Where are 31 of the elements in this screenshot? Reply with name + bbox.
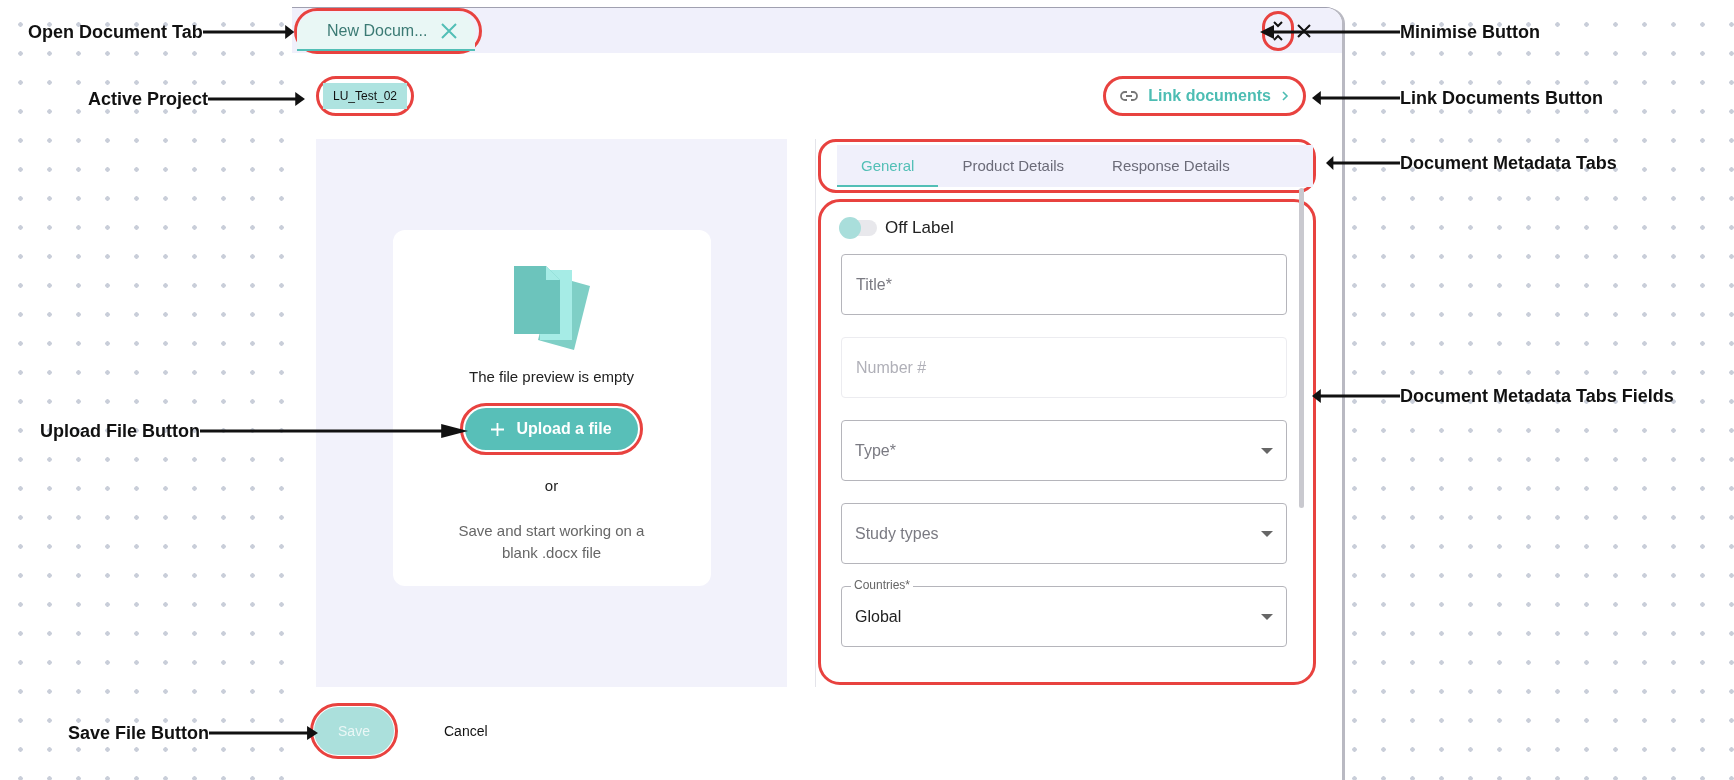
- plus-icon: [491, 422, 505, 436]
- annotation-label: Minimise Button: [1400, 21, 1540, 43]
- cancel-button[interactable]: Cancel: [438, 722, 494, 740]
- or-text: or: [544, 477, 559, 494]
- annotation-label: Save File Button: [68, 722, 210, 744]
- preview-message: The file preview is empty: [468, 368, 635, 385]
- select-field[interactable]: Countries* Global: [841, 578, 1287, 647]
- annotation-label: Link Documents Button: [1400, 87, 1603, 109]
- metadata-tab[interactable]: Response Details: [1088, 145, 1254, 187]
- link-documents-button[interactable]: Link documents: [1110, 81, 1299, 111]
- annotation-label: Upload File Button: [40, 420, 200, 442]
- toggle-label: Off Label: [885, 218, 954, 238]
- metadata-tab[interactable]: Product Details: [938, 145, 1089, 187]
- text-field[interactable]: Title*: [841, 254, 1287, 315]
- select-field[interactable]: Type*: [841, 420, 1287, 481]
- chevron-right-icon: [1281, 90, 1289, 102]
- scrollbar[interactable]: [1299, 188, 1304, 508]
- close-icon[interactable]: [441, 22, 458, 39]
- document-tab[interactable]: New Docum...: [297, 12, 476, 51]
- link-icon: [1120, 90, 1139, 102]
- select-field[interactable]: Study types: [841, 503, 1287, 564]
- annotation-label: Document Metadata Tabs Fields: [1400, 385, 1674, 407]
- dropdown-caret-icon: [1261, 447, 1273, 454]
- annotation-label: Active Project: [88, 88, 209, 110]
- annotation-label: Document Metadata Tabs: [1400, 152, 1617, 174]
- toggle-switch[interactable]: [841, 220, 877, 236]
- annotation-label: Open Document Tab: [28, 21, 203, 43]
- project-chip: LU_Test_02: [323, 83, 408, 109]
- dropdown-caret-icon: [1261, 613, 1273, 620]
- dropdown-caret-icon: [1261, 530, 1273, 537]
- hint-text: Save and start working on a blank .docx file: [457, 521, 646, 563]
